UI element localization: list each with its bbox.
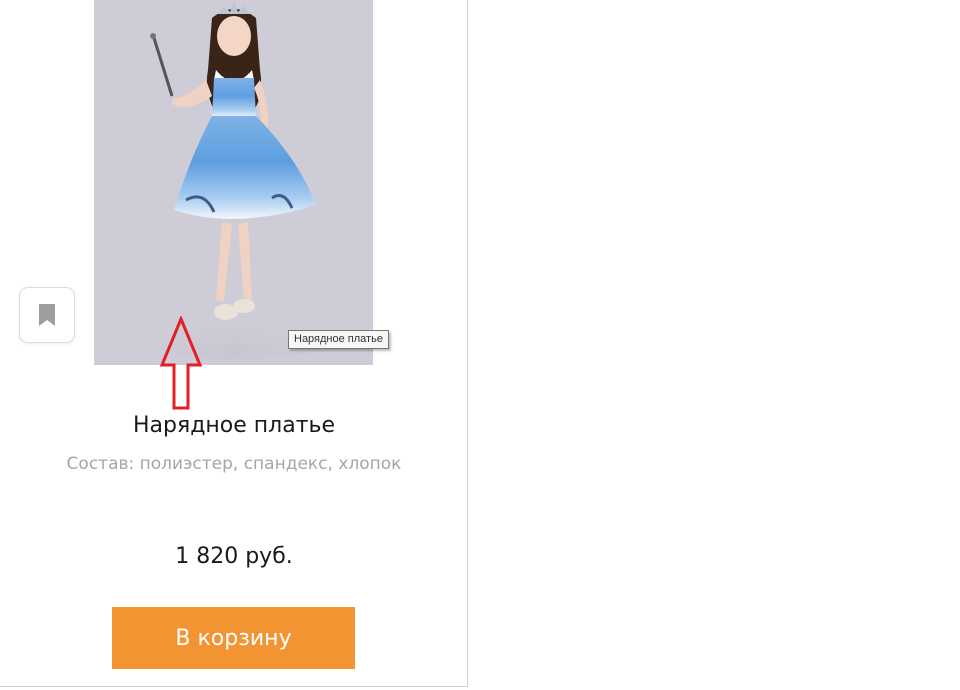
add-to-cart-button[interactable]: В корзину: [112, 607, 355, 669]
bookmark-icon: [39, 304, 55, 326]
product-composition: Состав: полиэстер, спандекс, хлопок: [66, 454, 402, 474]
product-image[interactable]: [94, 0, 373, 365]
product-price: 1 820 руб.: [175, 544, 293, 569]
product-card: Нарядное платье Состав: полиэстер, спанд…: [0, 0, 468, 687]
dress-photo-illustration: [94, 0, 373, 365]
arrow-up-icon: [159, 316, 203, 410]
product-title[interactable]: Нарядное платье: [0, 413, 468, 438]
image-tooltip: Нарядное платье: [288, 330, 389, 349]
bookmark-button[interactable]: [19, 287, 75, 343]
